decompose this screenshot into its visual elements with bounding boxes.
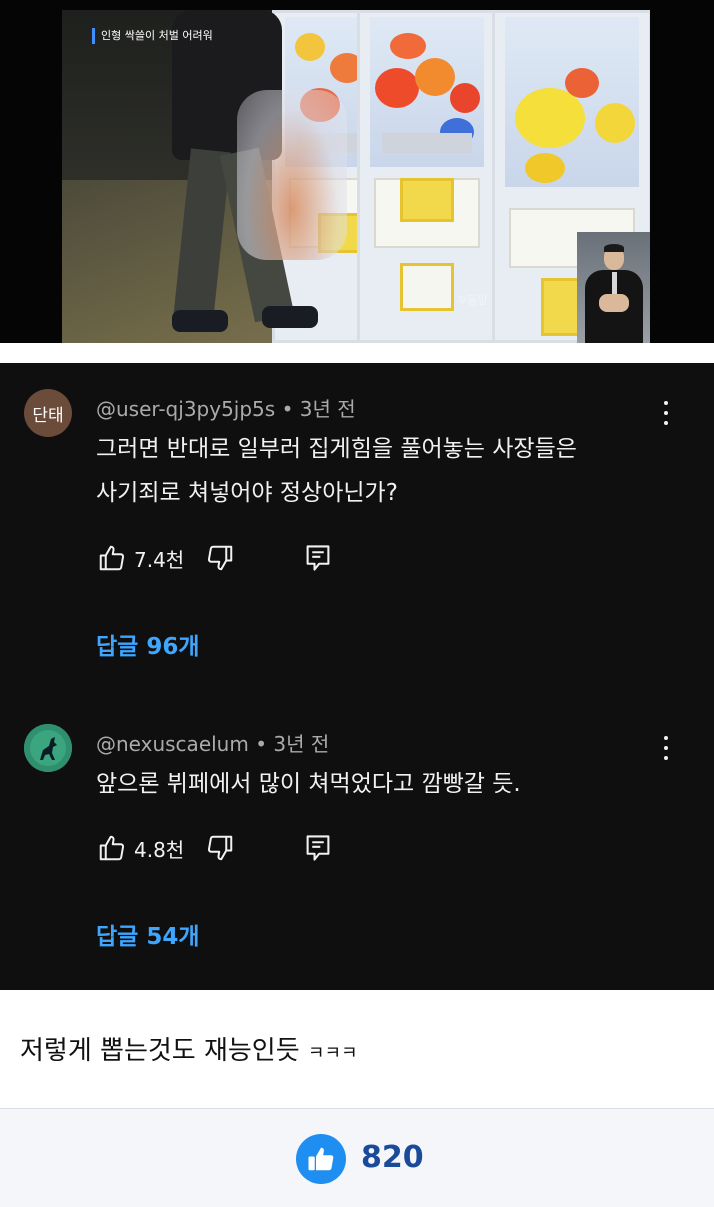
- video-caption: 인형 싹쓸이 처벌 어려워: [92, 28, 213, 44]
- comment-line: 앞으론 뷔페에서 많이 쳐먹었다고 깜빵갈 듯.: [96, 771, 521, 797]
- avatar[interactable]: [24, 724, 72, 772]
- like-count: 4.8천: [134, 837, 185, 862]
- sign-language-interpreter: [577, 232, 650, 343]
- like-bar: 820: [0, 1109, 714, 1207]
- horse-icon: [24, 724, 72, 772]
- post-text: 저렇게 뽑는것도 재능인듯 ㅋㅋㅋ: [20, 1030, 358, 1067]
- more-vert-icon[interactable]: [660, 401, 672, 425]
- comment-text: 앞으론 뷔페에서 많이 쳐먹었다고 깜빵갈 듯.: [96, 762, 656, 806]
- replies-link[interactable]: 답글 54개: [96, 917, 200, 951]
- replies-link[interactable]: 답글 96개: [96, 627, 200, 661]
- video-image: 인형 싹쓸이 처벌 어려워 부동일: [62, 10, 650, 343]
- comment-section: 단태 @user-qj3py5jp5s • 3년 전 그러면 반대로 일부러 집…: [0, 363, 714, 990]
- avatar-text: 단태: [32, 405, 64, 426]
- comment-meta: @user-qj3py5jp5s • 3년 전: [96, 393, 356, 422]
- thumbs-up-icon[interactable]: [96, 832, 128, 864]
- like-button[interactable]: [296, 1134, 346, 1184]
- comment-text: 그러면 반대로 일부러 집게힘을 풀어놓는 사장들은 사기죄로 쳐넣어야 정상아…: [96, 427, 656, 515]
- video-frame: 인형 싹쓸이 처벌 어려워 부동일: [0, 0, 714, 343]
- more-vert-icon[interactable]: [660, 736, 672, 760]
- post-body: 저렇게 뽑는것도 재능인듯: [20, 1036, 300, 1066]
- thumbs-down-icon[interactable]: [204, 832, 236, 864]
- comment-actions: 7.4천: [96, 540, 334, 576]
- like-count: 820: [361, 1140, 424, 1175]
- like-count: 7.4천: [134, 547, 185, 572]
- comment-time: 3년 전: [273, 732, 330, 756]
- reply-icon[interactable]: [302, 542, 334, 574]
- thumbs-up-icon: [308, 1147, 334, 1171]
- meta-separator: •: [255, 732, 274, 756]
- comment-author[interactable]: @user-qj3py5jp5s: [96, 397, 275, 421]
- reply-icon[interactable]: [302, 832, 334, 864]
- comment-author[interactable]: @nexuscaelum: [96, 732, 249, 756]
- comment-time: 3년 전: [299, 397, 356, 421]
- avatar[interactable]: 단태: [24, 389, 72, 437]
- thumbs-down-icon[interactable]: [204, 542, 236, 574]
- comment-meta: @nexuscaelum • 3년 전: [96, 728, 329, 757]
- comment-line: 사기죄로 쳐넣어야 정상아닌가?: [96, 480, 398, 506]
- video-watermark: 부동일: [457, 294, 488, 307]
- thumbs-up-icon[interactable]: [96, 542, 128, 574]
- comment-line: 그러면 반대로 일부러 집게힘을 풀어놓는 사장들은: [96, 436, 577, 462]
- post-suffix: ㅋㅋㅋ: [307, 1043, 358, 1064]
- meta-separator: •: [281, 397, 300, 421]
- plastic-bag: [237, 90, 347, 260]
- comment-actions: 4.8천: [96, 830, 334, 866]
